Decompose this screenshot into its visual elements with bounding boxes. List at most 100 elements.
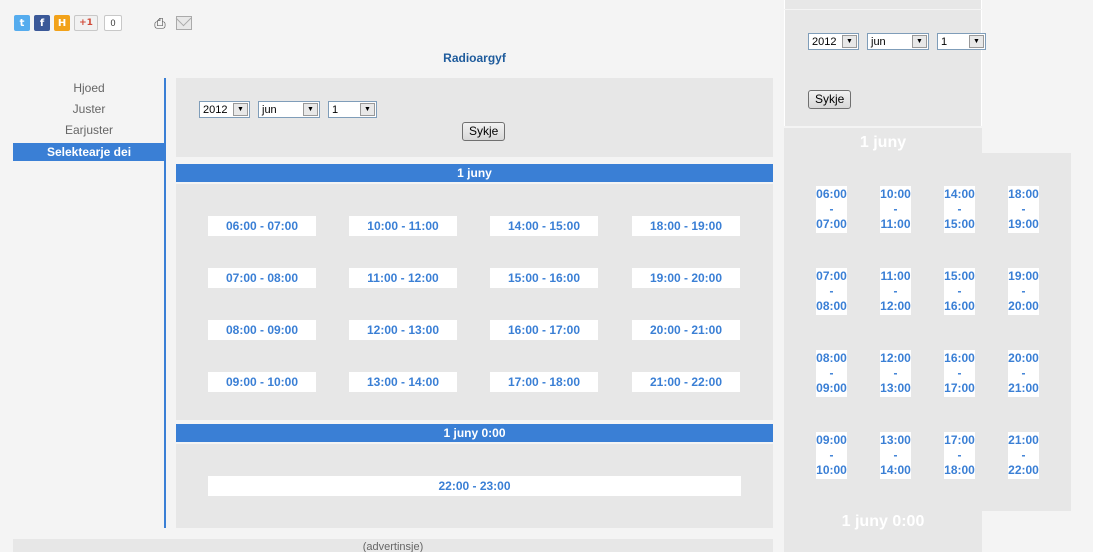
- chevron-down-icon: ▼: [233, 103, 248, 116]
- right-date-form: 2012 ▼ jun ▼ 1 ▼ Sykje: [784, 10, 986, 126]
- facebook-icon[interactable]: f: [34, 15, 50, 31]
- print-icon[interactable]: ⎙: [152, 15, 168, 31]
- time-slot-line: -: [893, 202, 898, 216]
- time-slot-link[interactable]: 12:00-13:00: [880, 350, 911, 397]
- month-value: jun: [262, 103, 277, 116]
- time-slot-line: 18:00: [944, 463, 975, 477]
- time-slot-line: 20:00: [1008, 351, 1039, 365]
- time-slot-link[interactable]: 11:00-12:00: [880, 268, 911, 315]
- time-slot-line: -: [829, 366, 834, 380]
- time-slot-link[interactable]: 22:00 - 23:00: [208, 476, 741, 496]
- time-slot-line: 19:00: [1008, 217, 1039, 231]
- time-slot-line: 20:00: [1008, 299, 1039, 313]
- time-slot-link[interactable]: 15:00 - 16:00: [490, 268, 598, 288]
- nav-divider: [164, 78, 166, 528]
- search-button[interactable]: Sykje: [462, 122, 506, 141]
- time-slot-line: 06:00: [816, 187, 847, 201]
- nav-item-hjoed[interactable]: Hjoed: [13, 78, 165, 99]
- time-slot-link[interactable]: 19:00-20:00: [1008, 268, 1039, 315]
- day-select[interactable]: 1 ▼: [328, 101, 377, 118]
- time-slot-link[interactable]: 06:00 - 07:00: [208, 216, 316, 236]
- time-slot-link[interactable]: 18:00-19:00: [1008, 186, 1039, 233]
- time-slot-link[interactable]: 07:00 - 08:00: [208, 268, 316, 288]
- time-slot-link[interactable]: 14:00-15:00: [944, 186, 975, 233]
- time-slot-line: 18:00: [1008, 187, 1039, 201]
- nav-item-selektearje-dei[interactable]: Selektearje dei: [13, 143, 165, 161]
- time-slot-link[interactable]: 12:00 - 13:00: [349, 320, 457, 340]
- time-slot-link[interactable]: 15:00-16:00: [944, 268, 975, 315]
- time-slot-link[interactable]: 19:00 - 20:00: [632, 268, 740, 288]
- time-slot-line: 09:00: [816, 381, 847, 395]
- twitter-icon[interactable]: t: [14, 15, 30, 31]
- time-slot-link[interactable]: 10:00-11:00: [880, 186, 911, 233]
- time-slot-link[interactable]: 21:00 - 22:00: [632, 372, 740, 392]
- day-value: 1: [332, 103, 339, 116]
- time-slot-line: 14:00: [880, 463, 911, 477]
- time-slot-line: -: [1021, 448, 1026, 462]
- hyves-icon[interactable]: H: [54, 15, 70, 31]
- time-slot-line: 21:00: [1008, 433, 1039, 447]
- time-slot-link[interactable]: 16:00-17:00: [944, 350, 975, 397]
- time-slot-link[interactable]: 21:00-22:00: [1008, 432, 1039, 479]
- search-button[interactable]: Sykje: [808, 90, 852, 109]
- time-slot-link[interactable]: 08:00 - 09:00: [208, 320, 316, 340]
- section-heading: 1 juny 0:00: [176, 424, 773, 442]
- time-slot-line: 08:00: [816, 351, 847, 365]
- time-slot-line: -: [1021, 202, 1026, 216]
- month-select[interactable]: jun ▼: [258, 101, 320, 118]
- time-slot-line: 11:00: [880, 269, 911, 283]
- time-slot-line: 14:00: [944, 187, 975, 201]
- chevron-down-icon: ▼: [842, 35, 857, 48]
- time-slot-line: -: [829, 284, 834, 298]
- time-slot-line: 17:00: [944, 433, 975, 447]
- year-select[interactable]: 2012 ▼: [808, 33, 859, 50]
- time-slot-link[interactable]: 07:00-08:00: [816, 268, 847, 315]
- time-slot-link[interactable]: 13:00-14:00: [880, 432, 911, 479]
- nav-item-juster[interactable]: Juster: [13, 99, 165, 120]
- time-slot-line: -: [957, 202, 962, 216]
- right-section-heading: 1 juny: [859, 134, 907, 151]
- time-slot-link[interactable]: 10:00 - 11:00: [349, 216, 457, 236]
- time-slot-line: 15:00: [944, 217, 975, 231]
- time-slot-link[interactable]: 17:00-18:00: [944, 432, 975, 479]
- right-panel-strip: [784, 0, 982, 9]
- google-plus-label: +1: [79, 18, 93, 28]
- nav-item-earjuster[interactable]: Earjuster: [13, 120, 165, 141]
- chevron-down-icon: ▼: [969, 35, 984, 48]
- time-slot-link[interactable]: 06:00-07:00: [816, 186, 847, 233]
- google-plus-icon[interactable]: +1: [74, 15, 98, 31]
- sidebar-nav: Hjoed Juster Earjuster Selektearje dei: [13, 78, 165, 161]
- time-slot-link[interactable]: 14:00 - 15:00: [490, 216, 598, 236]
- time-slot-link[interactable]: 09:00-10:00: [816, 432, 847, 479]
- day-select[interactable]: 1 ▼: [937, 33, 986, 50]
- time-slot-link[interactable]: 08:00-09:00: [816, 350, 847, 397]
- time-slot-line: -: [893, 284, 898, 298]
- time-slot-line: 22:00: [1008, 463, 1039, 477]
- time-slot-link[interactable]: 11:00 - 12:00: [349, 268, 457, 288]
- page-title: Radioargyf: [443, 51, 506, 65]
- time-slot-link[interactable]: 20:00 - 21:00: [632, 320, 740, 340]
- time-slot-line: -: [1021, 284, 1026, 298]
- time-slot-line: -: [893, 366, 898, 380]
- time-slot-link[interactable]: 17:00 - 18:00: [490, 372, 598, 392]
- time-slot-line: -: [1021, 366, 1026, 380]
- section-heading: 1 juny: [176, 164, 773, 182]
- time-slot-line: 21:00: [1008, 381, 1039, 395]
- chevron-down-icon: ▼: [303, 103, 318, 116]
- mail-icon[interactable]: [176, 16, 192, 30]
- time-slot-link[interactable]: 09:00 - 10:00: [208, 372, 316, 392]
- time-slot-line: -: [893, 448, 898, 462]
- advertisement-label: (advertinsje): [13, 539, 773, 552]
- time-slot-line: 07:00: [816, 269, 847, 283]
- time-slot-link[interactable]: 16:00 - 17:00: [490, 320, 598, 340]
- time-slot-line: -: [829, 202, 834, 216]
- time-slot-link[interactable]: 13:00 - 14:00: [349, 372, 457, 392]
- time-slot-link[interactable]: 20:00-21:00: [1008, 350, 1039, 397]
- year-select[interactable]: 2012 ▼: [199, 101, 250, 118]
- time-slot-line: 16:00: [944, 299, 975, 313]
- chevron-down-icon: ▼: [360, 103, 375, 116]
- time-slot-link[interactable]: 18:00 - 19:00: [632, 216, 740, 236]
- month-select[interactable]: jun ▼: [867, 33, 929, 50]
- time-slot-line: 08:00: [816, 299, 847, 313]
- time-slot-line: 19:00: [1008, 269, 1039, 283]
